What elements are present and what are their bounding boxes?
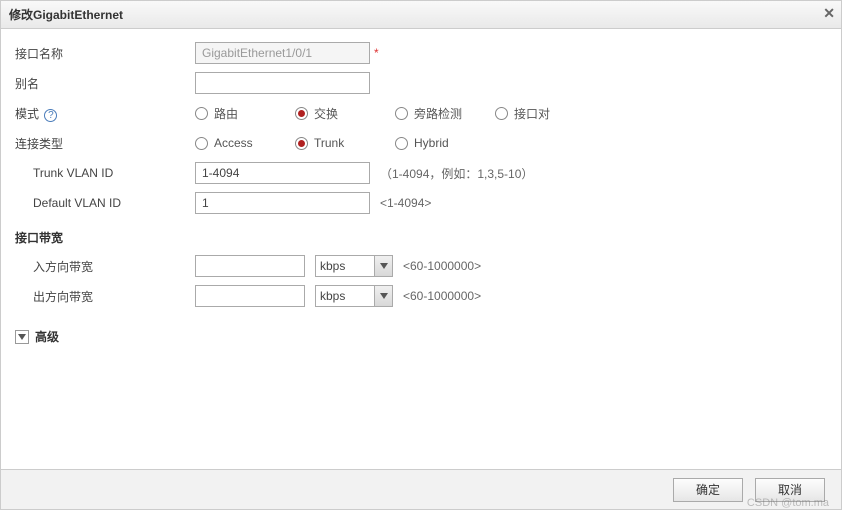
linktype-label: 连接类型 — [15, 135, 195, 152]
radio-label: 交换 — [314, 105, 338, 122]
mode-radio-ifpair[interactable]: 接口对 — [495, 105, 595, 122]
mode-radio-switch[interactable]: 交换 — [295, 105, 395, 122]
radio-icon — [195, 107, 208, 120]
radio-icon — [295, 137, 308, 150]
dialog-titlebar: 修改GigabitEthernet ✕ — [1, 1, 841, 29]
advanced-expander[interactable]: 高级 — [15, 328, 827, 345]
close-icon[interactable]: ✕ — [823, 5, 835, 22]
linktype-radio-trunk[interactable]: Trunk — [295, 136, 395, 150]
bw-in-unit-select[interactable]: kbps — [315, 255, 375, 277]
mode-radio-route[interactable]: 路由 — [195, 105, 295, 122]
ifname-input — [195, 42, 370, 64]
bw-out-unit-select[interactable]: kbps — [315, 285, 375, 307]
bw-in-hint: <60-1000000> — [403, 259, 481, 273]
chevron-down-icon[interactable] — [375, 255, 393, 277]
default-vlan-input[interactable] — [195, 192, 370, 214]
bandwidth-section-header: 接口带宽 — [15, 229, 827, 246]
dialog-content: 接口名称 * 别名 模式 ? 路由 交换 旁路检测 — [1, 29, 841, 355]
bw-in-label: 入方向带宽 — [15, 258, 195, 275]
required-icon: * — [374, 46, 379, 60]
alias-input[interactable] — [195, 72, 370, 94]
ifname-label: 接口名称 — [15, 45, 195, 62]
bw-out-label: 出方向带宽 — [15, 288, 195, 305]
radio-icon — [395, 137, 408, 150]
select-value: kbps — [320, 259, 345, 273]
bw-out-input[interactable] — [195, 285, 305, 307]
alias-label: 别名 — [15, 75, 195, 92]
chevron-down-icon[interactable] — [375, 285, 393, 307]
help-icon[interactable]: ? — [44, 109, 57, 122]
ok-button[interactable]: 确定 — [673, 478, 743, 502]
trunk-vlan-label: Trunk VLAN ID — [15, 166, 195, 180]
radio-icon — [195, 137, 208, 150]
radio-icon — [395, 107, 408, 120]
dialog-footer: 确定 取消 CSDN @tom.ma — [1, 469, 841, 509]
dialog-title: 修改GigabitEthernet — [9, 6, 123, 23]
radio-label: 旁路检测 — [414, 105, 462, 122]
bw-out-hint: <60-1000000> — [403, 289, 481, 303]
default-vlan-hint: <1-4094> — [380, 196, 431, 210]
chevron-down-icon — [15, 330, 29, 344]
cancel-button[interactable]: 取消 — [755, 478, 825, 502]
linktype-radio-access[interactable]: Access — [195, 136, 295, 150]
trunk-vlan-hint: （1-4094，例如：1,3,5-10） — [380, 165, 533, 182]
radio-label: 路由 — [214, 105, 238, 122]
advanced-label: 高级 — [35, 328, 59, 345]
default-vlan-label: Default VLAN ID — [15, 196, 195, 210]
radio-icon — [295, 107, 308, 120]
mode-radio-loopdetect[interactable]: 旁路检测 — [395, 105, 495, 122]
trunk-vlan-input[interactable] — [195, 162, 370, 184]
linktype-radio-hybrid[interactable]: Hybrid — [395, 136, 495, 150]
radio-icon — [495, 107, 508, 120]
mode-label: 模式 ? — [15, 105, 195, 122]
bw-in-input[interactable] — [195, 255, 305, 277]
radio-label: Access — [214, 136, 253, 150]
radio-label: 接口对 — [514, 105, 550, 122]
radio-label: Hybrid — [414, 136, 449, 150]
select-value: kbps — [320, 289, 345, 303]
radio-label: Trunk — [314, 136, 344, 150]
